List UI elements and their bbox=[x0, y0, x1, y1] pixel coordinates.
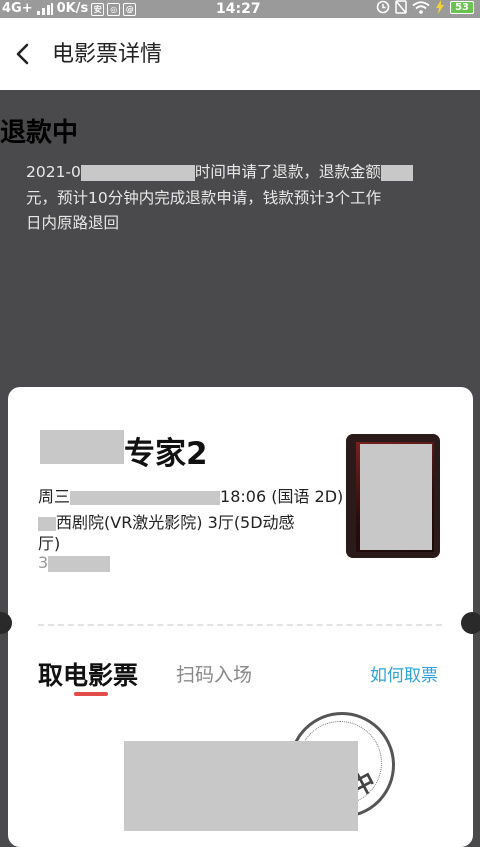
tab-get-ticket[interactable]: 取电影票 bbox=[38, 656, 138, 692]
battery-icon: 53 bbox=[450, 0, 474, 14]
seat-info: 3 bbox=[38, 553, 111, 572]
notification-icon: 安 bbox=[91, 2, 105, 16]
redacted-block bbox=[380, 164, 413, 181]
signal-icon bbox=[36, 3, 53, 15]
status-left: 4G+ 0K/s 安 ◎ @ bbox=[2, 0, 137, 18]
status-time: 14:27 bbox=[216, 1, 261, 17]
refund-description: 2021-0 时间申请了退款，退款金额 元，预计10分钟内完成退款申请，钱款预计3… bbox=[26, 160, 454, 237]
movie-poster[interactable] bbox=[346, 434, 440, 558]
app-icon-2: @ bbox=[123, 2, 137, 16]
redacted-qr-code bbox=[124, 741, 358, 831]
wifi-icon bbox=[412, 0, 430, 14]
nav-bar: 电影票详情 bbox=[0, 18, 480, 90]
chevron-left-icon[interactable] bbox=[12, 40, 36, 68]
refund-desc-line2: 元，预计10分钟内完成退款申请，钱款预计3个工作 bbox=[26, 188, 382, 207]
redacted-block bbox=[40, 430, 124, 464]
refund-desc-line1: 2021-0 时间申请了退款，退款金额 bbox=[26, 160, 454, 186]
refund-status: 退款中 bbox=[0, 118, 79, 148]
charging-icon bbox=[436, 0, 445, 14]
no-sim-icon bbox=[395, 0, 407, 14]
speed-label: 0K/s bbox=[56, 1, 89, 16]
dashed-divider bbox=[38, 624, 442, 626]
showtime: 周三 18:06 (国语 2D) bbox=[38, 487, 344, 506]
cinema-name: 西剧院(VR激光影院) 3厅(5D动感 bbox=[38, 509, 295, 533]
redacted-block bbox=[80, 164, 195, 181]
tab-indicator bbox=[74, 692, 108, 696]
app-icon: ◎ bbox=[107, 2, 121, 16]
page-title: 电影票详情 bbox=[52, 42, 163, 67]
network-label: 4G+ bbox=[2, 1, 33, 16]
tab-scan-entry[interactable]: 扫码入场 bbox=[176, 660, 252, 687]
cinema-name-line2: 厅) bbox=[38, 534, 61, 553]
card-notch-right bbox=[461, 612, 480, 634]
redacted-block bbox=[38, 516, 56, 531]
redacted-block bbox=[70, 490, 221, 505]
redacted-block bbox=[48, 555, 111, 572]
alarm-icon bbox=[376, 0, 390, 14]
movie-title: 专家2 bbox=[124, 436, 208, 472]
redacted-block bbox=[360, 444, 432, 550]
refund-desc-line3: 日内原路退回 bbox=[26, 214, 120, 232]
status-bar: 4G+ 0K/s 安 ◎ @ 14:27 53 bbox=[0, 0, 480, 18]
how-to-get-ticket-link[interactable]: 如何取票 bbox=[370, 661, 438, 686]
status-right: 53 bbox=[376, 0, 474, 14]
